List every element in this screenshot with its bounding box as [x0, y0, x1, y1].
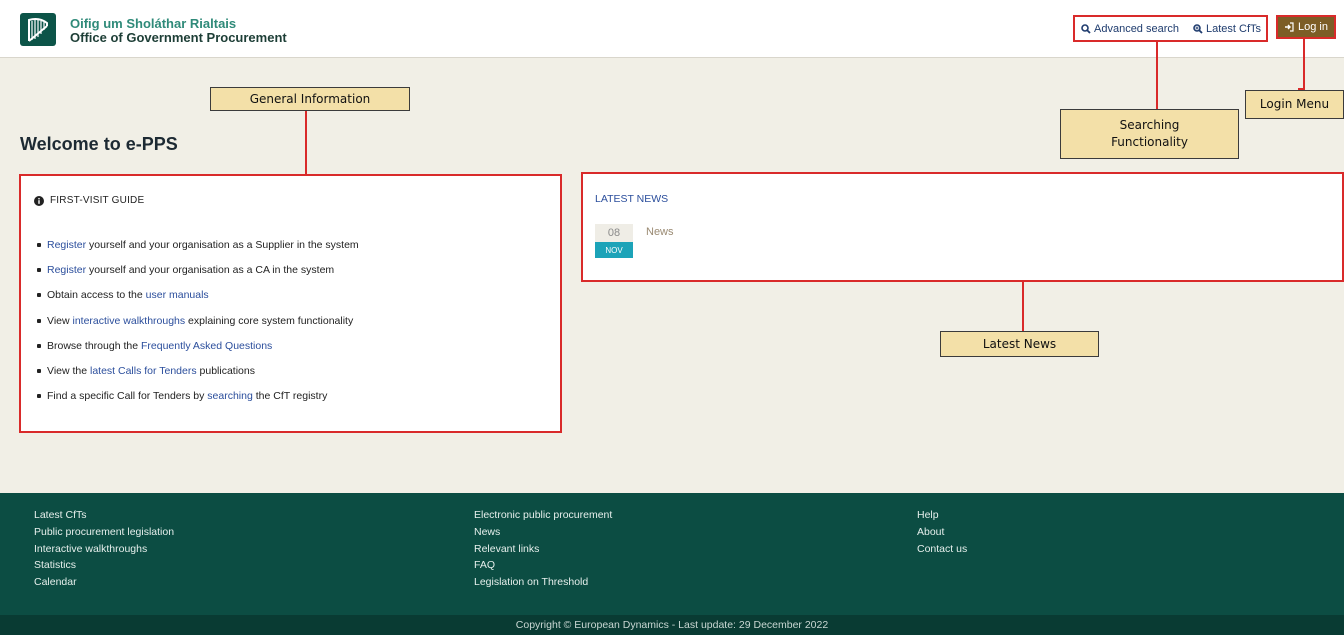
footer-link-calendar[interactable]: Calendar [34, 574, 174, 591]
latest-cfts-guide-link[interactable]: latest Calls for Tenders [90, 365, 197, 377]
login-menu-callout: Login Menu [1245, 90, 1344, 119]
news-item-link[interactable]: News [646, 226, 674, 238]
latest-news-callout-text: Latest News [982, 336, 1057, 351]
list-item-text: View [47, 314, 73, 327]
register-ca-link[interactable]: Register [47, 264, 86, 276]
register-supplier-link[interactable]: Register [47, 239, 86, 251]
login-label: Log in [1298, 21, 1328, 33]
latest-cfts-link[interactable]: Latest CfTs [1193, 23, 1261, 35]
brand-title[interactable]: Oifig um Sholáthar Rialtais Office of Go… [70, 17, 287, 45]
bullet-icon [37, 343, 41, 348]
list-item-text: the CfT registry [252, 390, 328, 403]
list-item: Register yourself and your organisation … [37, 257, 359, 282]
page-title: Welcome to e-PPS [20, 134, 178, 154]
list-item-text: Browse through the [47, 339, 141, 352]
news-date-badge: 08 NOV [595, 224, 633, 258]
searching-link[interactable]: searching [207, 390, 253, 402]
bullet-icon [37, 369, 41, 374]
search-links-group: Advanced search Latest CfTs [1073, 15, 1268, 42]
first-visit-guide-panel: FIRST-VISIT GUIDE Register yourself and … [19, 174, 562, 433]
news-day: 08 [595, 224, 633, 242]
list-item-text: yourself and your organisation as a CA i… [86, 263, 335, 276]
list-item: Obtain access to the user manuals [37, 283, 359, 308]
latest-news-title[interactable]: LATEST NEWS [595, 193, 668, 205]
footer-link-news[interactable]: News [474, 524, 612, 541]
searching-functionality-callout: Searching Functionality [1060, 109, 1239, 159]
list-item: Browse through the Frequently Asked Ques… [37, 333, 359, 358]
footer-link-faq[interactable]: FAQ [474, 557, 612, 574]
guide-header: FIRST-VISIT GUIDE [34, 195, 144, 206]
footer-link-about[interactable]: About [917, 524, 967, 541]
general-information-text: General Information [249, 91, 371, 106]
news-connector [1022, 282, 1024, 331]
footer-column-1: Latest CfTs Public procurement legislati… [34, 507, 174, 591]
brand-irish-name: Oifig um Sholáthar Rialtais [70, 16, 237, 31]
footer-column-3: Help About Contact us [917, 507, 967, 557]
latest-cfts-label: Latest CfTs [1206, 22, 1262, 35]
list-item: Register yourself and your organisation … [37, 232, 359, 257]
list-item-text: yourself and your organisation as a Supp… [86, 238, 359, 251]
footer-link-electronic-procurement[interactable]: Electronic public procurement [474, 507, 612, 524]
bullet-icon [37, 242, 41, 247]
login-button[interactable]: Log in [1276, 15, 1336, 39]
advanced-search-label: Advanced search [1094, 22, 1179, 35]
harp-logo-icon[interactable] [20, 13, 56, 46]
copyright-bar: Copyright © European Dynamics - Last upd… [0, 615, 1344, 635]
list-item: View interactive walkthroughs explaining… [37, 308, 359, 333]
bullet-icon [37, 293, 41, 298]
general-info-connector [305, 110, 307, 174]
advanced-search-link[interactable]: Advanced search [1081, 23, 1179, 35]
footer-column-2: Electronic public procurement News Relev… [474, 507, 612, 591]
bullet-icon [37, 318, 41, 323]
list-item-text: View the [47, 365, 90, 378]
footer-link-relevant-links[interactable]: Relevant links [474, 541, 612, 558]
general-information-callout: General Information [210, 87, 410, 111]
footer-link-latest-cfts[interactable]: Latest CfTs [34, 507, 174, 524]
list-item-text: Find a specific Call for Tenders by [47, 390, 208, 403]
list-item-text: explaining core system functionality [185, 314, 354, 327]
sign-in-icon [1285, 22, 1294, 32]
news-month: NOV [595, 242, 633, 258]
footer-link-contact[interactable]: Contact us [917, 541, 967, 558]
list-item: Find a specific Call for Tenders by sear… [37, 384, 359, 409]
latest-news-callout: Latest News [940, 331, 1099, 357]
footer-link-statistics[interactable]: Statistics [34, 557, 174, 574]
bullet-icon [37, 394, 41, 399]
searching-text-line1: Searching [1119, 118, 1180, 132]
search-connector [1156, 42, 1158, 110]
login-connector-vertical [1303, 39, 1305, 89]
brand-english-name: Office of Government Procurement [70, 30, 287, 45]
footer-link-legislation[interactable]: Public procurement legislation [34, 524, 174, 541]
list-item: View the latest Calls for Tenders public… [37, 358, 359, 383]
guide-list: Register yourself and your organisation … [37, 232, 359, 409]
latest-news-panel: LATEST NEWS 08 NOV News [581, 172, 1344, 282]
interactive-walkthroughs-link[interactable]: interactive walkthroughs [73, 315, 186, 327]
header: Oifig um Sholáthar Rialtais Office of Go… [0, 0, 1344, 58]
info-icon [34, 195, 44, 206]
footer-link-threshold[interactable]: Legislation on Threshold [474, 574, 612, 591]
zoom-in-icon [1193, 23, 1203, 34]
search-icon [1081, 23, 1091, 34]
list-item-text: Obtain access to the [47, 289, 146, 302]
footer-link-help[interactable]: Help [917, 507, 967, 524]
bullet-icon [37, 267, 41, 272]
user-manuals-link[interactable]: user manuals [146, 289, 209, 301]
login-menu-text: Login Menu [1259, 97, 1330, 111]
faq-link[interactable]: Frequently Asked Questions [141, 340, 272, 352]
list-item-text: publications [196, 365, 255, 378]
guide-title: FIRST-VISIT GUIDE [50, 195, 145, 206]
footer: Latest CfTs Public procurement legislati… [0, 493, 1344, 615]
searching-text-line2: Functionality [1111, 135, 1188, 149]
footer-link-walkthroughs[interactable]: Interactive walkthroughs [34, 541, 174, 558]
